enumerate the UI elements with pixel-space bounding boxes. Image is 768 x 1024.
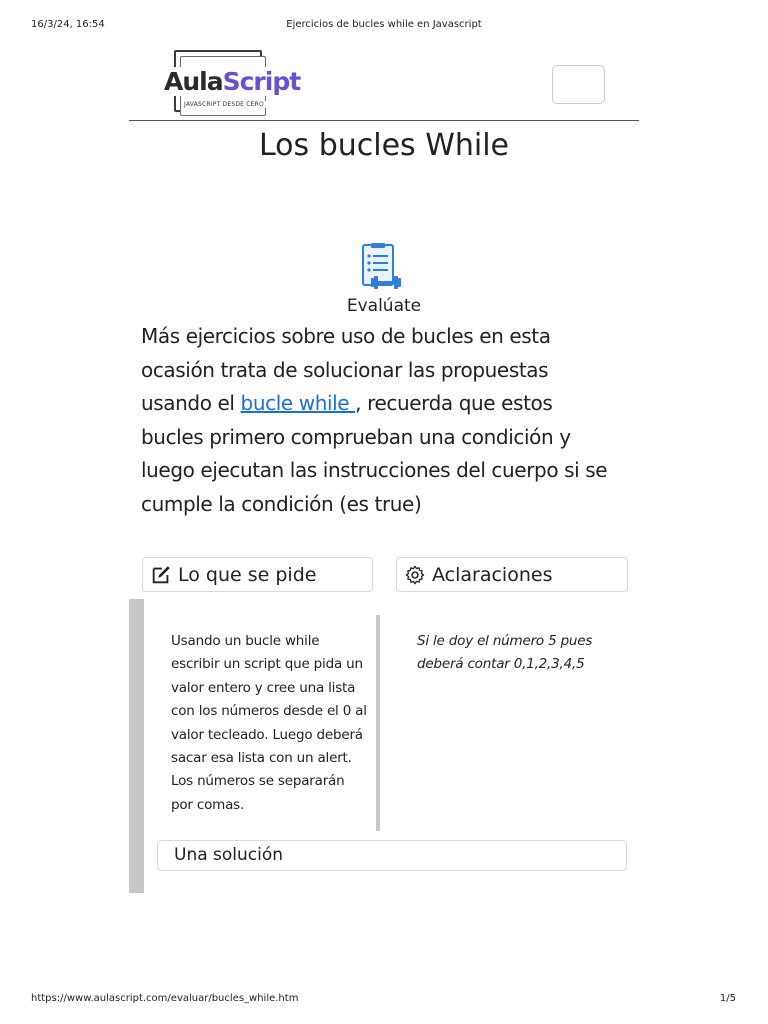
print-url: https://www.aulascript.com/evaluar/bucle… [31, 993, 299, 1004]
site-logo[interactable]: AulaScript JAVASCRIPT DESDE CERO [162, 50, 303, 118]
logo-brand: AulaScript [162, 67, 303, 96]
tab-aclaraciones[interactable]: Aclaraciones [396, 557, 628, 592]
print-document-title: Ejercicios de bucles while en Javascript [286, 19, 482, 30]
tab-lo-que-se-pide[interactable]: Lo que se pide [142, 557, 373, 592]
logo-brand-part2: Script [222, 67, 302, 96]
una-solucion-toggle[interactable]: Una solución [157, 840, 627, 871]
content-side-bar [129, 599, 144, 893]
intro-paragraph: Más ejercicios sobre uso de bucles en es… [141, 320, 619, 521]
una-solucion-label: Una solución [174, 845, 284, 865]
edit-icon [152, 565, 170, 583]
print-header: 16/3/24, 16:54 Ejercicios de bucles whil… [0, 19, 768, 33]
menu-toggle-button[interactable] [552, 65, 605, 104]
aclaraciones-text: Si le doy el número 5 pues deberá contar… [417, 633, 593, 673]
lo-que-se-pide-text: Usando un bucle while escribir un script… [171, 633, 367, 813]
clipboard-dumbbell-icon [362, 243, 401, 289]
evaluate-label: Evalúate [346, 296, 422, 316]
page-title: Los bucles While [258, 128, 510, 163]
header-divider [129, 120, 639, 121]
tab-aclaraciones-label: Aclaraciones [432, 563, 553, 586]
tab-lo-que-se-pide-label: Lo que se pide [178, 563, 317, 586]
gear-icon [405, 565, 425, 584]
logo-tagline: JAVASCRIPT DESDE CERO [182, 101, 266, 108]
column-divider [376, 615, 380, 831]
bucle-while-link[interactable]: bucle while [241, 391, 356, 415]
print-page-number: 1/5 [719, 993, 736, 1004]
logo-brand-part1: Aula [164, 67, 224, 96]
